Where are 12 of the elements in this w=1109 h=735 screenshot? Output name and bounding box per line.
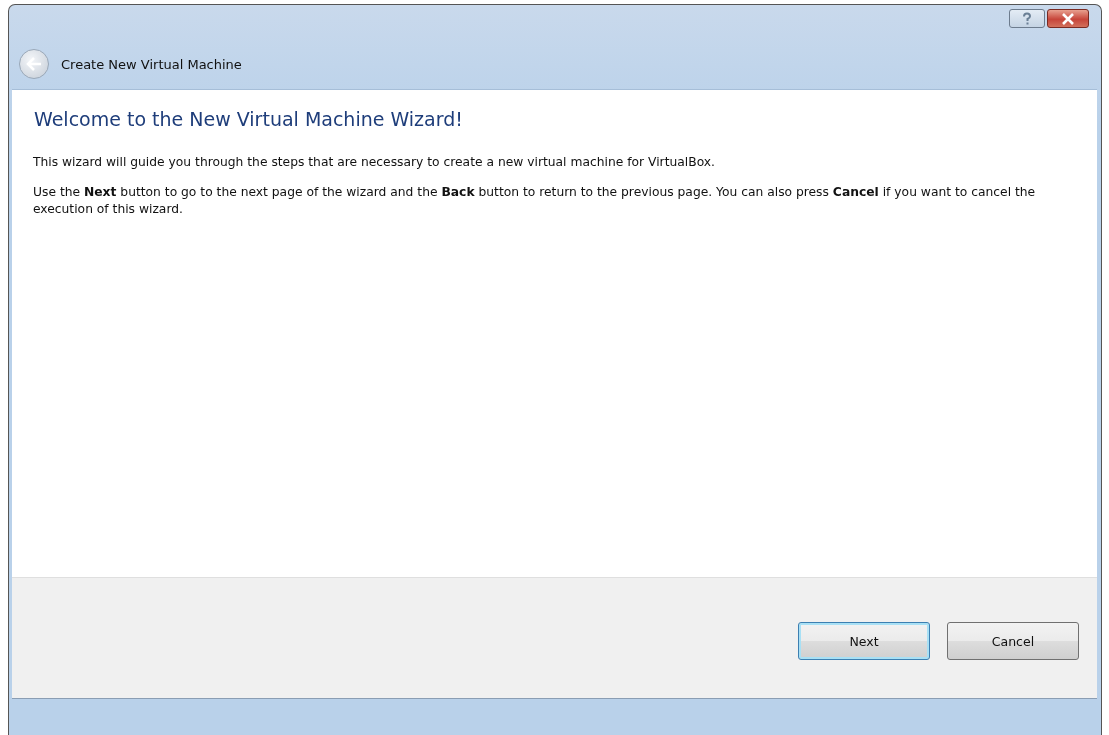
back-button[interactable] xyxy=(19,49,49,79)
back-arrow-icon xyxy=(26,57,42,71)
help-button[interactable] xyxy=(1009,9,1045,28)
description-text: Use the Next button to go to the next page of the wizard and the Back button to return to the previous page. You can also press Cancel if you want to cancel the execution of this wizard. xyxy=(33,184,1037,218)
close-icon xyxy=(1061,12,1075,25)
window-title: Create New Virtual Machine xyxy=(61,56,242,72)
close-button[interactable] xyxy=(1047,9,1089,28)
page-heading: Welcome to the New Virtual Machine Wizard! xyxy=(34,108,464,130)
next-button[interactable]: Next xyxy=(798,622,930,660)
question-icon xyxy=(1020,11,1034,26)
description-text: This wizard will guide you through the steps that are necessary to create a new virtual machine for VirtualBox. xyxy=(33,154,716,171)
cancel-button[interactable]: Cancel xyxy=(947,622,1079,660)
